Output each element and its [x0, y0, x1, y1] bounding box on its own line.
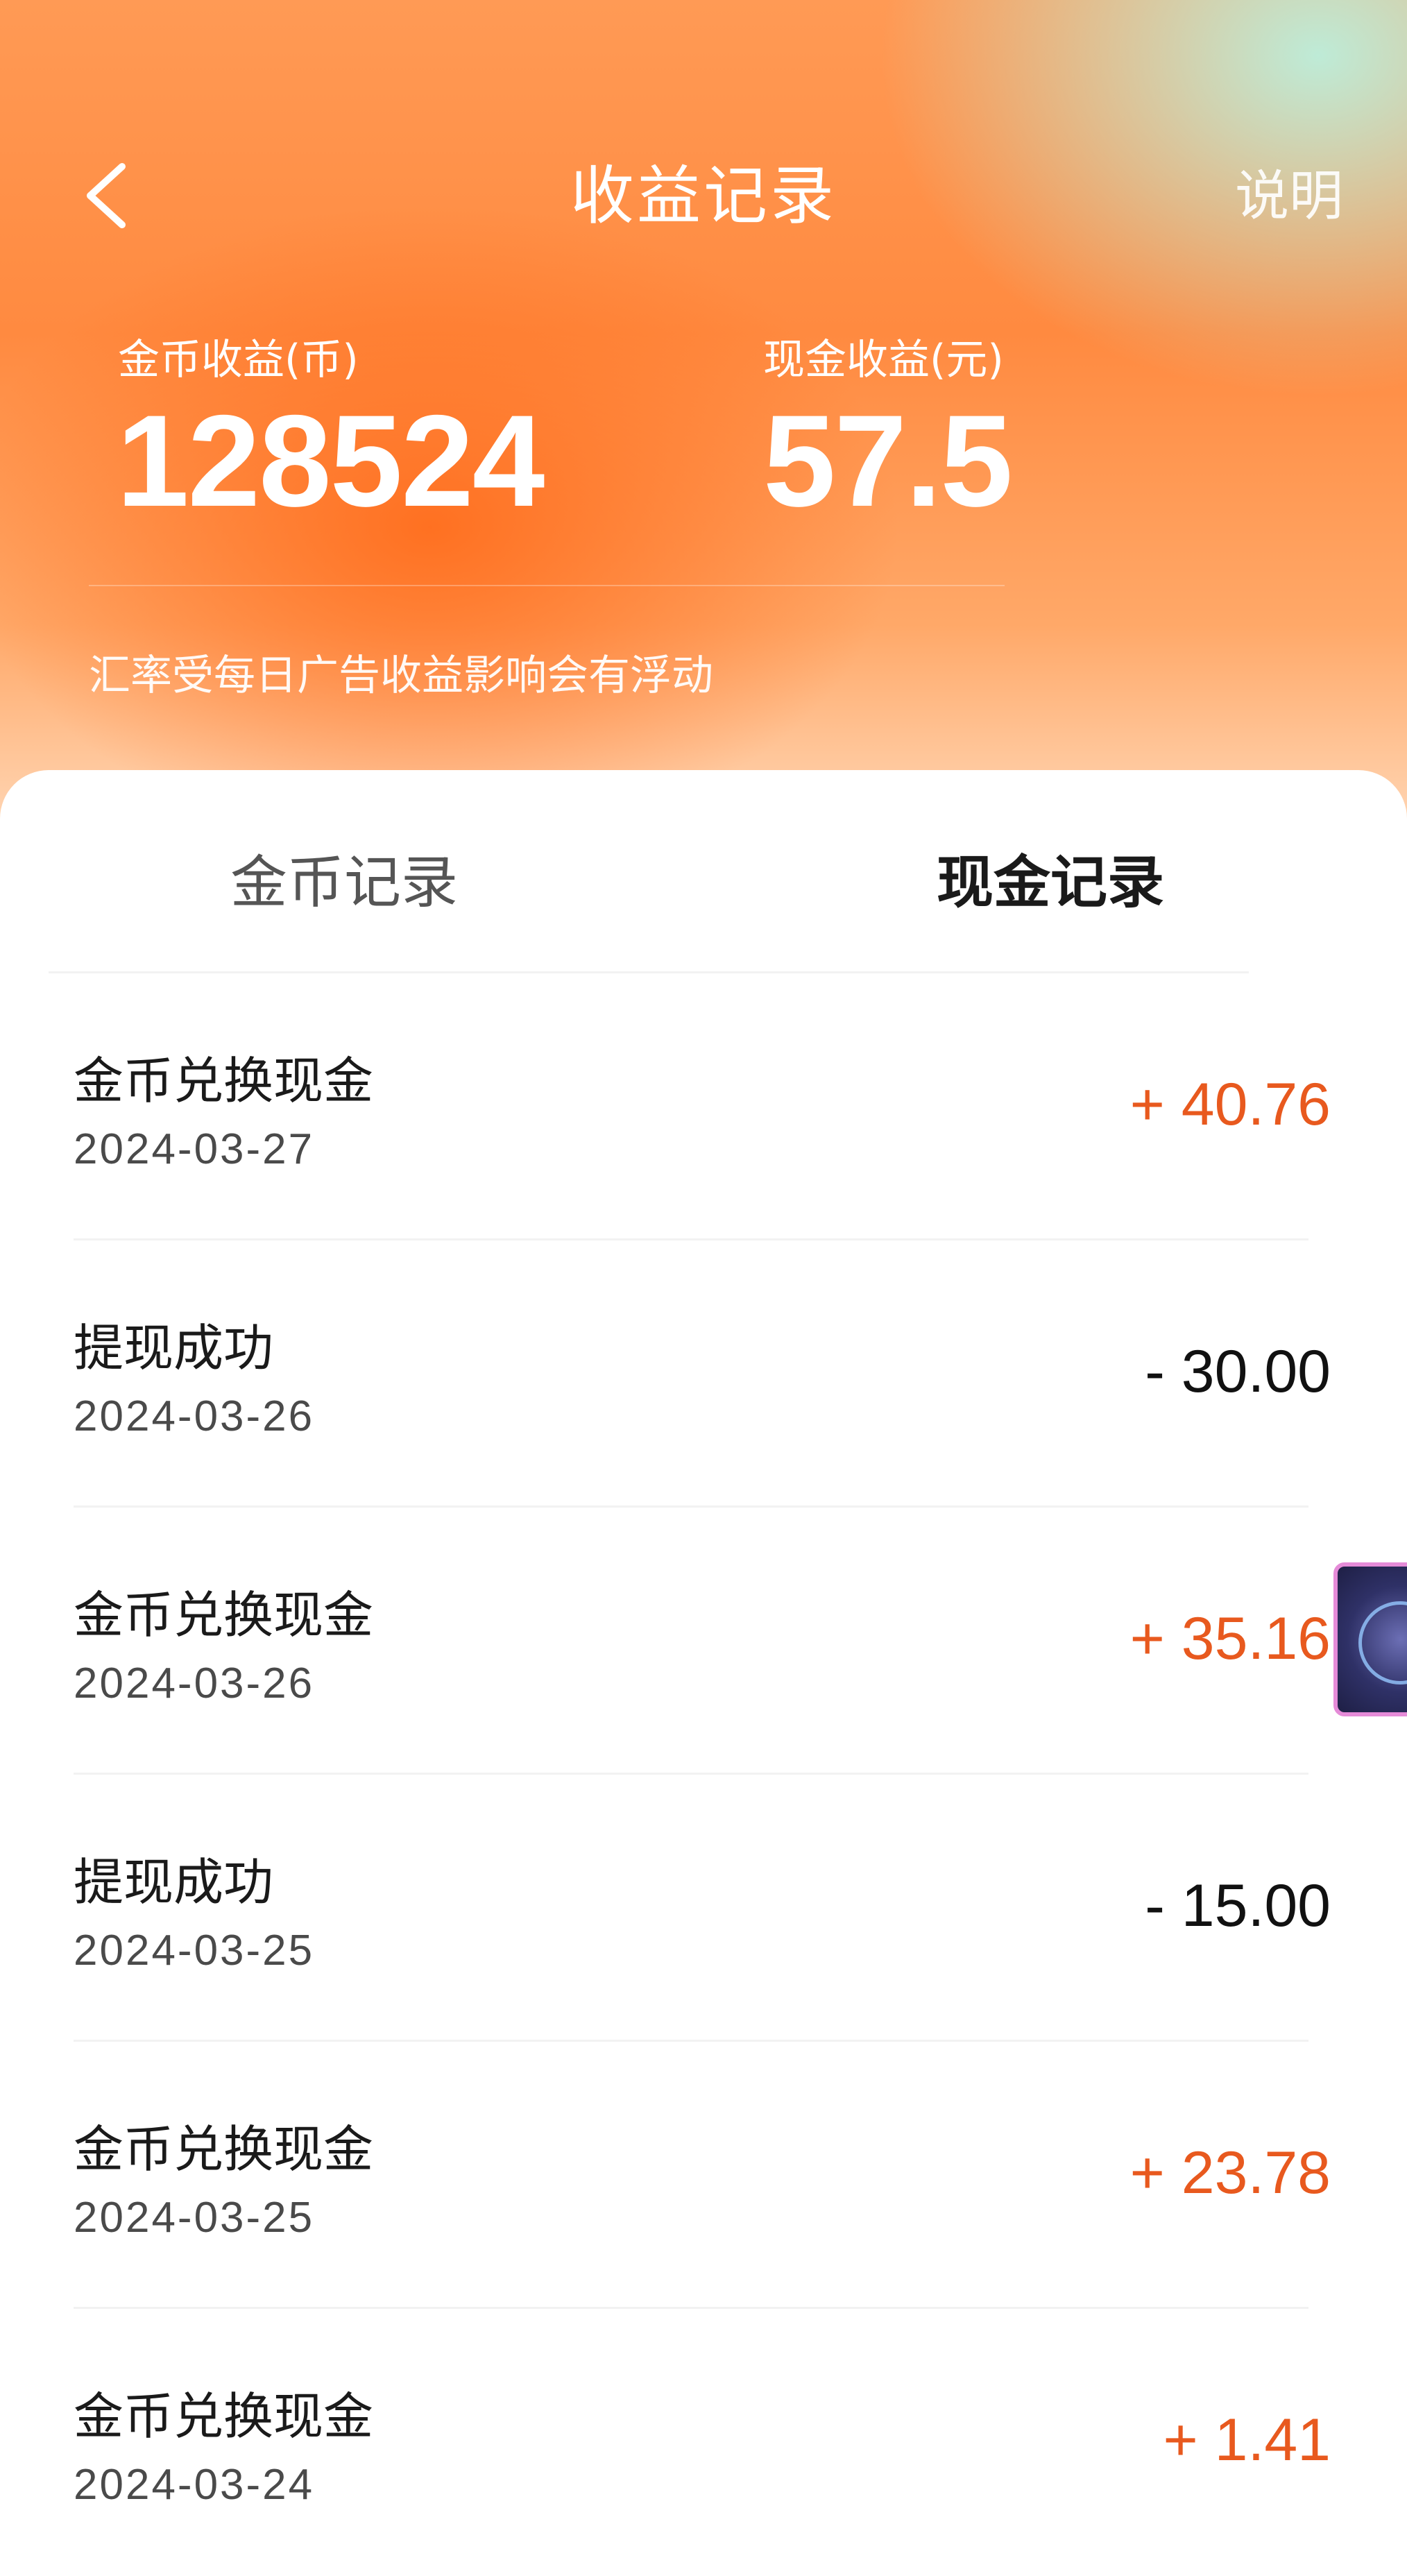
- record-title: 提现成功: [74, 1853, 274, 1911]
- record-title: 金币兑换现金: [74, 2387, 374, 2446]
- list-item[interactable]: 提现成功 2024-03-26 - 30.00: [0, 1240, 1407, 1508]
- record-title: 金币兑换现金: [74, 1052, 374, 1110]
- record-amount: + 35.16: [1129, 1605, 1331, 1672]
- list-item[interactable]: 金币兑换现金 2024-03-24 + 1.41: [0, 2309, 1407, 2576]
- coins-stat-label: 金币收益(币): [118, 336, 359, 384]
- floating-assistant-icon[interactable]: [1333, 1562, 1407, 1716]
- coins-stat-value: 128524: [117, 388, 545, 534]
- record-title: 金币兑换现金: [74, 2120, 374, 2178]
- record-title: 金币兑换现金: [74, 1586, 374, 1644]
- record-amount: + 23.78: [1129, 2140, 1331, 2206]
- record-date: 2024-03-27: [74, 1125, 315, 1173]
- record-date: 2024-03-26: [74, 1392, 315, 1440]
- record-amount: + 1.41: [1163, 2407, 1331, 2473]
- tab-cash-records[interactable]: 现金记录: [937, 836, 1164, 919]
- help-link[interactable]: 说明: [1235, 153, 1343, 230]
- record-date: 2024-03-25: [74, 2194, 315, 2242]
- record-amount: - 30.00: [1145, 1338, 1331, 1405]
- list-item[interactable]: 金币兑换现金 2024-03-26 + 35.16: [0, 1508, 1407, 1775]
- page-title: 收益记录: [570, 159, 837, 233]
- record-date: 2024-03-24: [74, 2461, 315, 2509]
- header-banner: 收益记录 说明 金币收益(币) 128524 现金收益(元) 57.5 汇率受每…: [0, 0, 1407, 833]
- record-date: 2024-03-25: [74, 1927, 315, 1974]
- header-divider: [89, 585, 1005, 586]
- exchange-rate-note: 汇率受每日广告收益影响会有浮动: [89, 651, 713, 700]
- tab-coin-records[interactable]: 金币记录: [230, 836, 458, 919]
- record-title: 提现成功: [74, 1319, 274, 1377]
- list-item[interactable]: 金币兑换现金 2024-03-27 + 40.76: [0, 973, 1407, 1240]
- cash-stat-value: 57.5: [763, 388, 1013, 534]
- assistant-ring: [1358, 1601, 1407, 1684]
- cash-stat-label: 现金收益(元): [763, 336, 1004, 384]
- record-amount: - 15.00: [1145, 1873, 1331, 1939]
- list-item[interactable]: 提现成功 2024-03-25 - 15.00: [0, 1775, 1407, 2042]
- list-item[interactable]: 金币兑换现金 2024-03-25 + 23.78: [0, 2042, 1407, 2309]
- record-date: 2024-03-26: [74, 1660, 315, 1707]
- record-amount: + 40.76: [1129, 1071, 1331, 1138]
